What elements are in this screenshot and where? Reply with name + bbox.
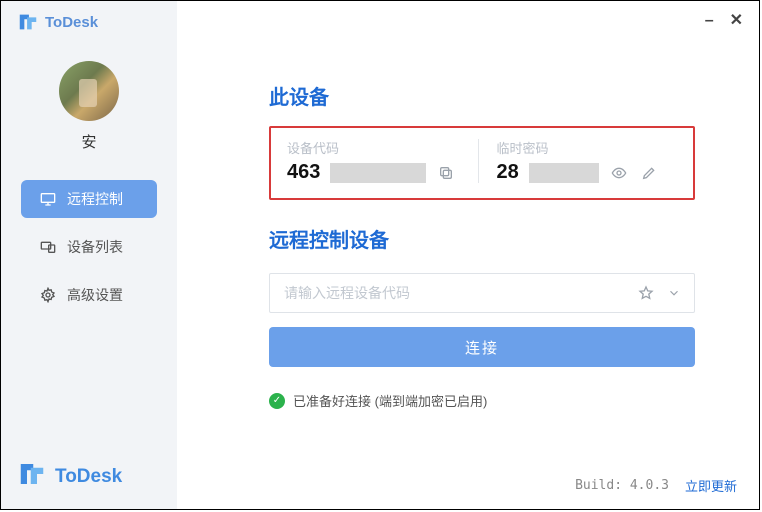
status-row: ✓ 已准备好连接 (端到端加密已启用): [269, 391, 695, 410]
device-code-column: 设备代码 463: [287, 138, 468, 184]
gear-icon: [39, 286, 57, 304]
temp-password-column: 临时密码 28: [497, 138, 678, 184]
monitor-icon: [39, 190, 57, 208]
remote-control-section: 远程控制设备 连接 ✓ 已准备好连接 (端到端加密已启: [269, 224, 695, 410]
sidebar: ToDesk 安 远程控制 设备列表 高级设置: [1, 1, 177, 509]
devices-icon: [39, 238, 57, 256]
check-shield-icon: ✓: [269, 393, 285, 409]
star-icon[interactable]: [636, 283, 656, 303]
brand-logo: ToDesk: [1, 11, 98, 33]
minimize-button[interactable]: –: [705, 13, 714, 29]
content: 此设备 设备代码 463 临时密码 28: [177, 13, 759, 410]
this-device-info-box: 设备代码 463 临时密码 28: [269, 126, 695, 200]
temp-password-redacted: [529, 163, 599, 183]
todesk-logo-icon: [17, 459, 47, 495]
remote-code-input-row: [269, 273, 695, 313]
device-code-label: 设备代码: [287, 138, 468, 157]
main-panel: – ✕ 此设备 设备代码 463 临时密码: [177, 1, 759, 509]
brand-name: ToDesk: [55, 466, 122, 488]
temp-password-label: 临时密码: [497, 138, 678, 157]
app-window: ToDesk 安 远程控制 设备列表 高级设置: [0, 0, 760, 510]
divider: [478, 139, 479, 183]
sidebar-item-label: 远程控制: [67, 189, 123, 209]
username: 安: [81, 131, 96, 152]
device-code-value: 463: [287, 161, 320, 184]
sidebar-item-label: 设备列表: [67, 237, 123, 257]
copy-icon[interactable]: [436, 163, 456, 183]
chevron-down-icon[interactable]: [664, 283, 684, 303]
remote-code-input[interactable]: [284, 285, 636, 301]
sidebar-item-label: 高级设置: [67, 285, 123, 305]
edit-icon[interactable]: [639, 163, 659, 183]
nav: 远程控制 设备列表 高级设置: [1, 180, 177, 314]
sidebar-item-device-list[interactable]: 设备列表: [21, 228, 157, 266]
todesk-logo-icon: [17, 11, 39, 33]
update-link[interactable]: 立即更新: [685, 476, 737, 495]
remote-title: 远程控制设备: [269, 224, 695, 253]
temp-password-value: 28: [497, 161, 519, 184]
avatar[interactable]: [59, 61, 119, 121]
sidebar-item-advanced[interactable]: 高级设置: [21, 276, 157, 314]
close-button[interactable]: ✕: [730, 13, 743, 29]
sidebar-footer-logo: ToDesk: [17, 459, 122, 495]
connect-button[interactable]: 连接: [269, 327, 695, 367]
sidebar-item-remote-control[interactable]: 远程控制: [21, 180, 157, 218]
eye-icon[interactable]: [609, 163, 629, 183]
brand-name: ToDesk: [45, 14, 98, 31]
window-controls: – ✕: [705, 13, 743, 29]
footer: Build: 4.0.3 立即更新: [575, 476, 737, 495]
status-text: 已准备好连接 (端到端加密已启用): [293, 391, 487, 410]
this-device-title: 此设备: [269, 81, 695, 110]
device-code-redacted: [330, 163, 426, 183]
build-label: Build: 4.0.3: [575, 478, 669, 493]
